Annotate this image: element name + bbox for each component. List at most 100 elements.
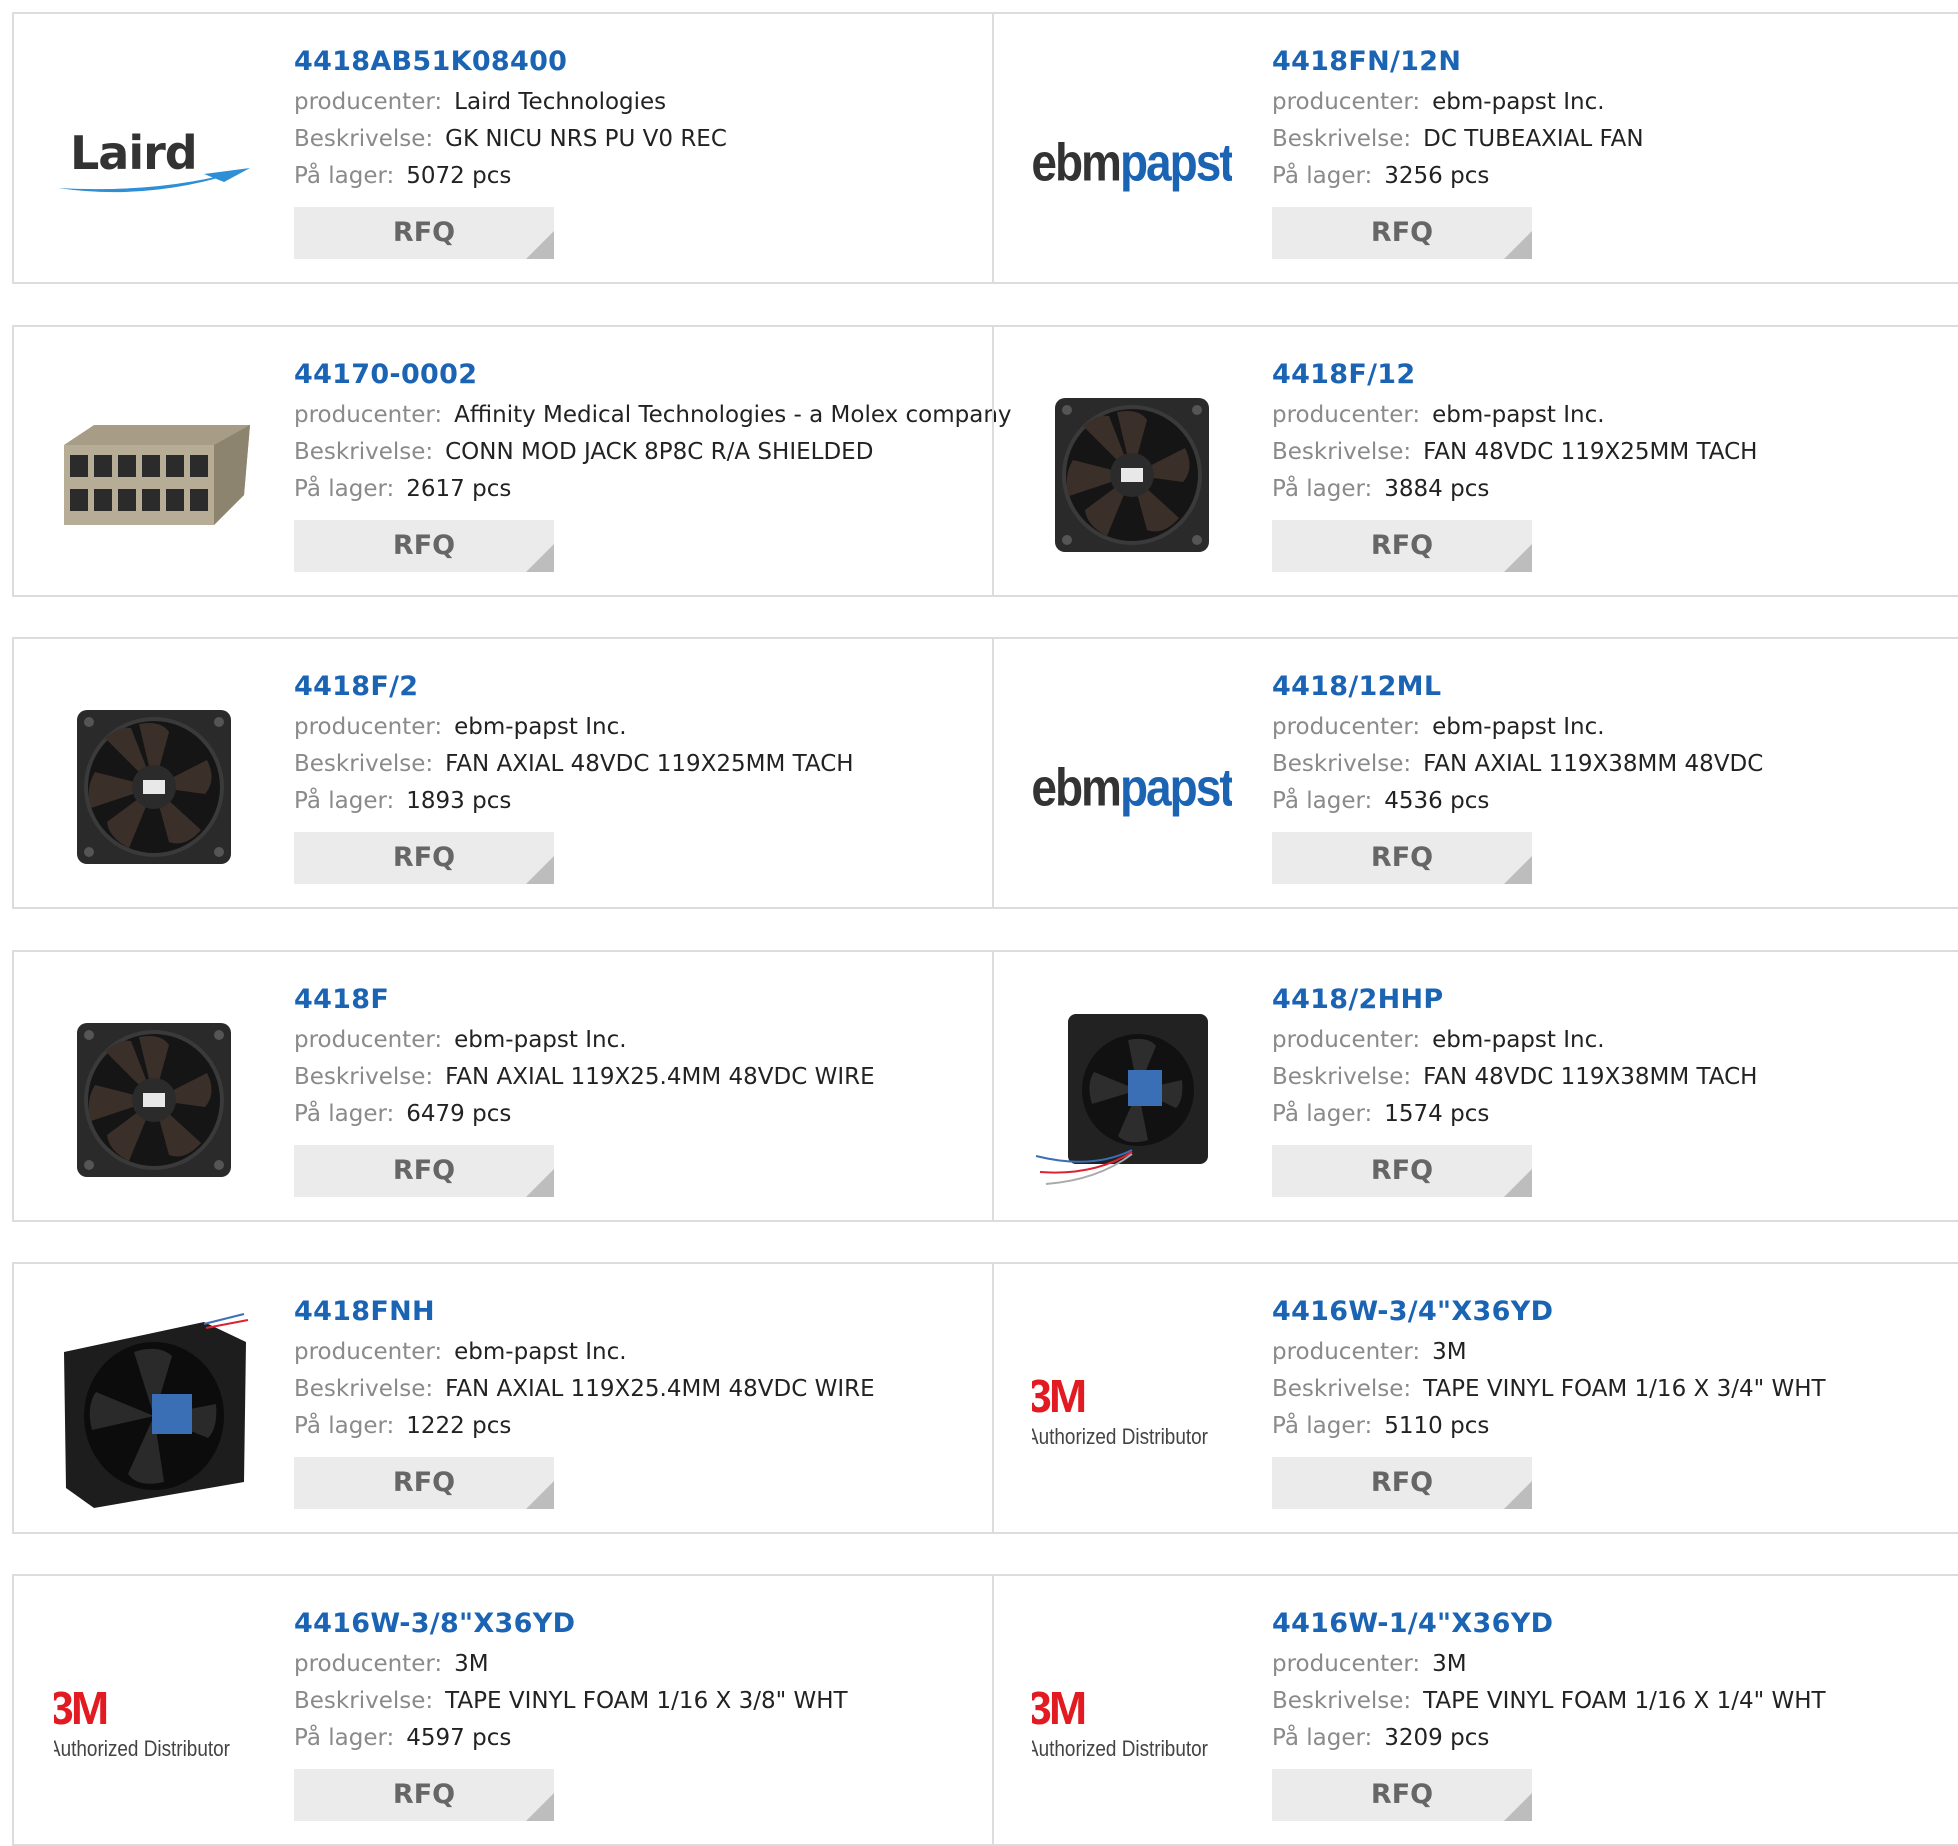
product-card: 4418F producenter: ebm-papst Inc. Beskrivel… <box>14 952 992 1220</box>
manufacturer-line: producenter: ebm-papst Inc. <box>1272 709 1952 746</box>
stock-value: 1893 pcs <box>406 788 512 814</box>
stock-line: På lager: 6479 pcs <box>294 1096 974 1133</box>
part-number-link[interactable]: 4418/2HHP <box>1272 978 1952 1022</box>
rfq-button[interactable]: RFQ <box>1272 832 1532 884</box>
manufacturer-label: producenter: <box>1272 714 1421 740</box>
modular-jack-photo <box>64 425 250 525</box>
part-number-link[interactable]: 4418F/12 <box>1272 353 1952 397</box>
rfq-label: RFQ <box>392 530 456 561</box>
corner-triangle-icon <box>526 1793 554 1821</box>
corner-triangle-icon <box>1504 856 1532 884</box>
product-image[interactable]: 3M Authorized Distributor <box>1032 1624 1232 1824</box>
product-card: 4418F/2 producenter: ebm-papst Inc. Beskriv… <box>14 639 992 907</box>
manufacturer-line: producenter: ebm-papst Inc. <box>294 709 974 746</box>
fan-photo <box>1055 398 1209 552</box>
manufacturer-label: producenter: <box>294 714 443 740</box>
rfq-label: RFQ <box>1370 842 1434 873</box>
part-number-link[interactable]: 4418F/2 <box>294 665 974 709</box>
part-number-link[interactable]: 4418FN/12N <box>1272 40 1952 84</box>
rfq-button[interactable]: RFQ <box>1272 1457 1532 1509</box>
3m-logo: 3M Authorized Distributor <box>54 1682 231 1761</box>
part-number-link[interactable]: 4416W-3/4"X36YD <box>1272 1290 1952 1334</box>
description-line: Beskrivelse: FAN AXIAL 119X38MM 48VDC <box>1272 746 1952 783</box>
manufacturer-line: producenter: ebm-papst Inc. <box>294 1334 974 1371</box>
product-image[interactable]: 3M Authorized Distributor <box>54 1624 254 1824</box>
description-value: TAPE VINYL FOAM 1/16 X 1/4" WHT <box>1423 1688 1826 1714</box>
product-image[interactable]: ebmpapst <box>1032 687 1232 887</box>
product-image[interactable]: Laird <box>54 62 254 262</box>
description-label: Beskrivelse: <box>1272 126 1412 152</box>
product-image[interactable] <box>1032 1000 1232 1200</box>
stock-value: 1574 pcs <box>1384 1101 1490 1127</box>
manufacturer-value: ebm-papst Inc. <box>454 1027 627 1053</box>
manufacturer-value: ebm-papst Inc. <box>1432 402 1605 428</box>
stock-label: På lager: <box>294 1101 395 1127</box>
stock-line: På lager: 2617 pcs <box>294 471 974 508</box>
rfq-button[interactable]: RFQ <box>1272 1145 1532 1197</box>
stock-line: På lager: 5110 pcs <box>1272 1408 1952 1445</box>
description-label: Beskrivelse: <box>294 751 434 777</box>
rfq-label: RFQ <box>392 1467 456 1498</box>
stock-line: På lager: 3256 pcs <box>1272 158 1952 195</box>
corner-triangle-icon <box>526 1169 554 1197</box>
part-number-link[interactable]: 4418FNH <box>294 1290 974 1334</box>
manufacturer-value: 3M <box>1432 1339 1467 1365</box>
description-label: Beskrivelse: <box>1272 1376 1412 1402</box>
rfq-button[interactable]: RFQ <box>294 1457 554 1509</box>
description-label: Beskrivelse: <box>294 126 434 152</box>
product-image[interactable] <box>54 687 254 887</box>
manufacturer-line: producenter: ebm-papst Inc. <box>1272 84 1952 121</box>
rfq-button[interactable]: RFQ <box>1272 207 1532 259</box>
rfq-button[interactable]: RFQ <box>294 520 554 572</box>
product-image[interactable] <box>54 375 254 575</box>
manufacturer-line: producenter: 3M <box>1272 1334 1952 1371</box>
manufacturer-value: ebm-papst Inc. <box>1432 1027 1605 1053</box>
part-number-link[interactable]: 4418AB51K08400 <box>294 40 974 84</box>
rfq-button[interactable]: RFQ <box>294 1769 554 1821</box>
rfq-button[interactable]: RFQ <box>1272 520 1532 572</box>
product-image[interactable] <box>54 1000 254 1200</box>
stock-label: På lager: <box>294 163 395 189</box>
rfq-button[interactable]: RFQ <box>294 207 554 259</box>
stock-line: På lager: 3884 pcs <box>1272 471 1952 508</box>
stock-value: 2617 pcs <box>406 476 512 502</box>
rfq-button[interactable]: RFQ <box>1272 1769 1532 1821</box>
stock-value: 6479 pcs <box>406 1101 512 1127</box>
product-image[interactable] <box>54 1312 254 1512</box>
product-row: 44170-0002 producenter: Affinity Medical T… <box>12 325 1958 597</box>
corner-triangle-icon <box>1504 1169 1532 1197</box>
manufacturer-label: producenter: <box>1272 1027 1421 1053</box>
product-row: 4418FNH producenter: ebm-papst Inc. Beskriv… <box>12 1262 1958 1534</box>
stock-value: 5110 pcs <box>1384 1413 1490 1439</box>
fan-wired-photo <box>1035 1014 1208 1185</box>
description-line: Beskrivelse: TAPE VINYL FOAM 1/16 X 3/4" … <box>1272 1371 1952 1408</box>
stock-label: På lager: <box>1272 163 1373 189</box>
rfq-button[interactable]: RFQ <box>294 832 554 884</box>
part-number-link[interactable]: 4416W-3/8"X36YD <box>294 1602 974 1646</box>
rfq-label: RFQ <box>1370 1155 1434 1186</box>
description-line: Beskrivelse: TAPE VINYL FOAM 1/16 X 3/8" … <box>294 1683 974 1720</box>
description-value: DC TUBEAXIAL FAN <box>1423 126 1644 152</box>
part-number-link[interactable]: 4418F <box>294 978 974 1022</box>
stock-value: 3209 pcs <box>1384 1725 1490 1751</box>
product-image[interactable]: ebmpapst <box>1032 62 1232 262</box>
part-number-link[interactable]: 4418/12ML <box>1272 665 1952 709</box>
description-label: Beskrivelse: <box>294 439 434 465</box>
stock-label: På lager: <box>1272 788 1373 814</box>
product-image[interactable]: 3M Authorized Distributor <box>1032 1312 1232 1512</box>
part-number-link[interactable]: 44170-0002 <box>294 353 974 397</box>
manufacturer-value: 3M <box>1432 1651 1467 1677</box>
product-row: 4418F/2 producenter: ebm-papst Inc. Beskriv… <box>12 637 1958 909</box>
manufacturer-value: Affinity Medical Technologies - a Molex … <box>454 402 1012 428</box>
description-value: FAN AXIAL 119X25.4MM 48VDC WIRE <box>445 1064 875 1090</box>
laird-logo: Laird <box>54 122 254 202</box>
product-image[interactable] <box>1032 375 1232 575</box>
ebmpapst-logo: ebmpapst <box>1032 132 1232 192</box>
manufacturer-line: producenter: ebm-papst Inc. <box>1272 397 1952 434</box>
manufacturer-label: producenter: <box>294 1027 443 1053</box>
stock-label: På lager: <box>294 788 395 814</box>
part-number-link[interactable]: 4416W-1/4"X36YD <box>1272 1602 1952 1646</box>
rfq-button[interactable]: RFQ <box>294 1145 554 1197</box>
manufacturer-label: producenter: <box>1272 1651 1421 1677</box>
manufacturer-label: producenter: <box>1272 402 1421 428</box>
